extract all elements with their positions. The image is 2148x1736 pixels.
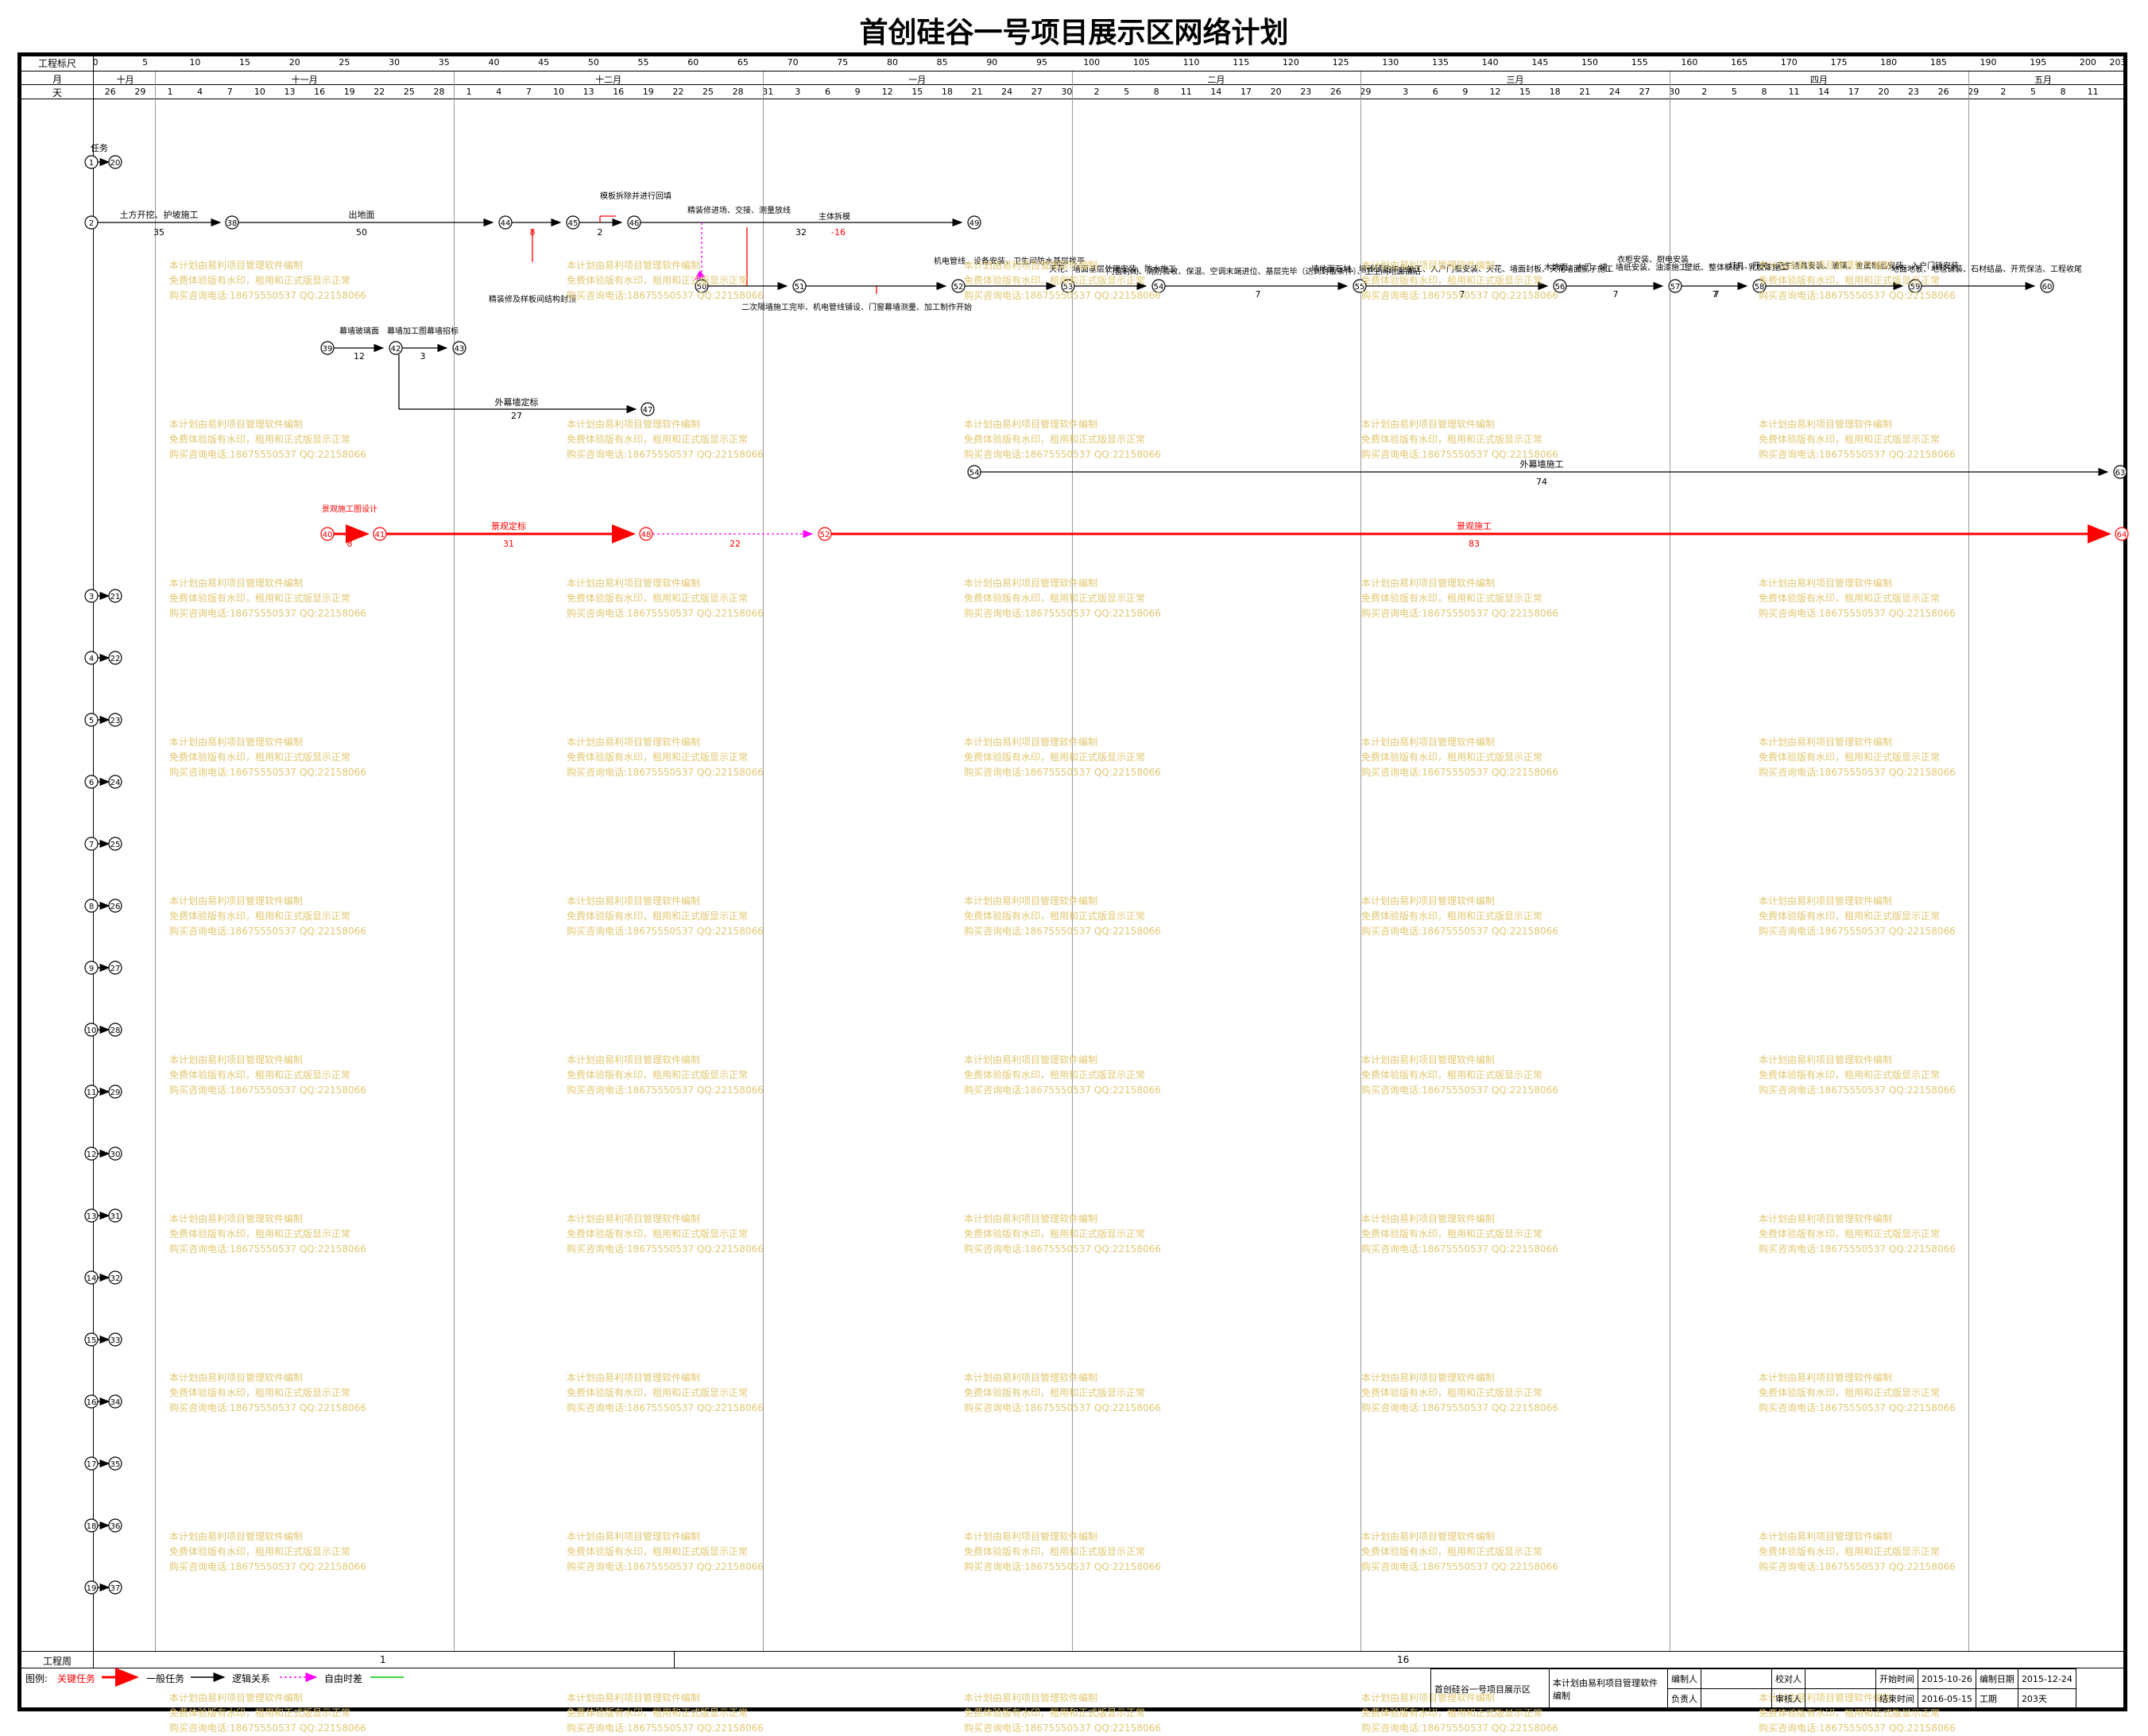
start-value: 2015-10-26 [1922, 1673, 1972, 1684]
compiler-label: 编制人 [1671, 1674, 1697, 1684]
end-label: 结束时间 [1879, 1694, 1914, 1704]
checker-label: 校对人 [1775, 1674, 1802, 1684]
period-value: 203天 [2021, 1694, 2047, 1704]
reviewer-label: 审核人 [1775, 1694, 1802, 1704]
responsible-label: 负责人 [1671, 1694, 1697, 1704]
made-value: 2015-12-24 [2021, 1673, 2073, 1684]
legend-swatches [102, 1668, 404, 1687]
period-label: 工期 [1979, 1694, 1997, 1704]
project-name: 首创硅谷一号项目展示区 [1434, 1684, 1531, 1695]
footer-table: 首创硅谷一号项目展示区 本计划由易利项目管理软件编制 编制人 校对人 开始时间 … [1430, 1668, 2076, 1709]
start-label: 开始时间 [1879, 1674, 1914, 1684]
end-value: 2016-05-15 [1922, 1693, 1972, 1704]
software-note: 本计划由易利项目管理软件编制 [1553, 1677, 1658, 1701]
made-label: 编制日期 [1979, 1674, 2014, 1684]
